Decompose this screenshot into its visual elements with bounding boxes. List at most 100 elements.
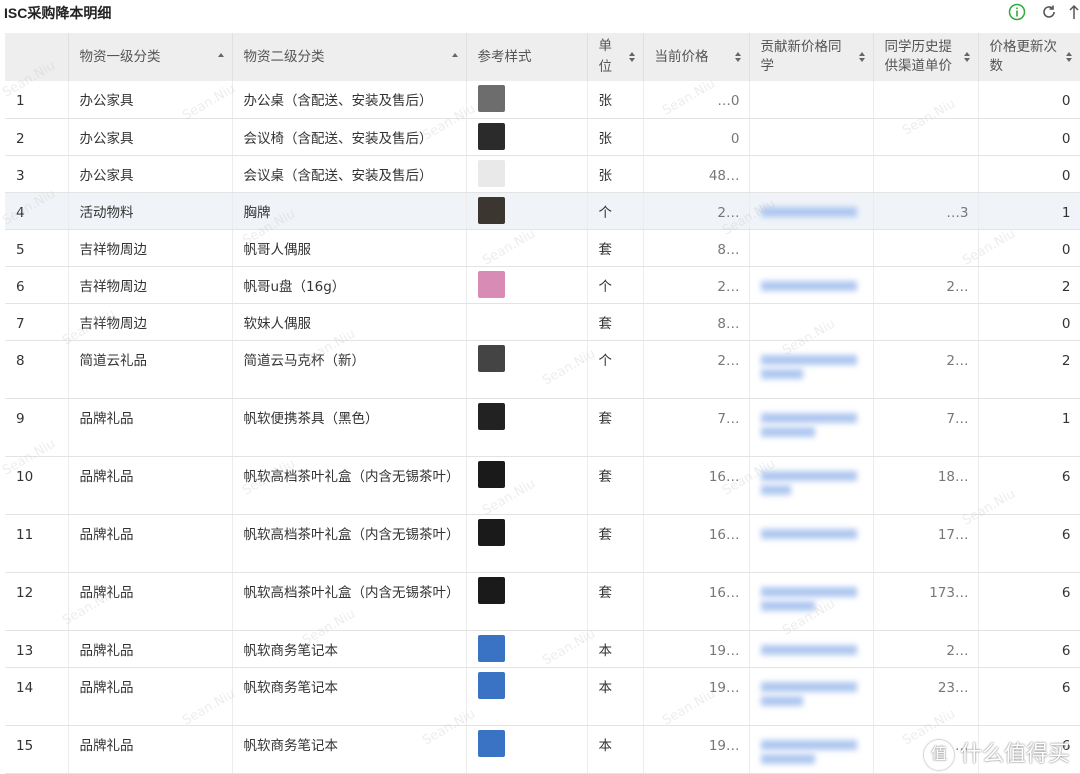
product-thumbnail[interactable] — [477, 122, 505, 150]
table-row[interactable]: 5 吉祥物周边 帆哥人偶服 套 8… 0 — [5, 229, 1080, 267]
table-row[interactable]: 14 品牌礼品 帆软商务笔记本 本 19… 23… 6 — [5, 667, 1080, 726]
row-index: 2 — [5, 118, 69, 156]
history-price-value: …3 — [946, 204, 969, 221]
table-row[interactable]: 7 吉祥物周边 软妹人偶服 套 8… 0 — [5, 303, 1080, 341]
history-price-value: 2… — [946, 278, 969, 295]
cell-current-price: 16… — [643, 514, 750, 573]
product-thumbnail[interactable] — [477, 634, 505, 662]
cell-contributor — [749, 725, 874, 774]
refresh-icon[interactable] — [1040, 3, 1058, 21]
cell-contributor — [749, 266, 874, 304]
cell-current-price: 0 — [643, 118, 750, 156]
table-row[interactable]: 3 办公家具 会议桌（含配送、安装及售后） 张 48… 0 — [5, 155, 1080, 193]
price-value: 16… — [708, 468, 740, 485]
product-thumbnail[interactable] — [477, 85, 505, 112]
table-row[interactable]: 4 活动物料 胸牌 个 2… …3 1 — [5, 192, 1080, 230]
product-thumbnail[interactable] — [477, 270, 505, 298]
col-header-price[interactable]: 当前价格 — [643, 33, 750, 81]
brand-text: 什么值得买 — [959, 742, 1070, 767]
price-value: 16… — [708, 584, 740, 601]
cell-category-2: 胸牌 — [232, 192, 467, 230]
cell-history-price: 7… — [873, 398, 979, 457]
price-value: 8… — [717, 241, 740, 258]
history-price-value: 2… — [946, 352, 969, 369]
cell-category-2: 会议椅（含配送、安装及售后） — [232, 118, 467, 156]
sort-asc-icon[interactable] — [217, 51, 225, 63]
col-header-label: 贡献新价格同学 — [760, 39, 842, 74]
table-row[interactable]: 11 品牌礼品 帆软高档茶叶礼盒（内含无锡茶叶） 套 16… 17… 6 — [5, 514, 1080, 573]
cell-category-2: 帆哥u盘（16g） — [232, 266, 467, 304]
history-price-value: 7… — [946, 410, 969, 427]
cell-unit: 个 — [587, 340, 644, 399]
row-index: 4 — [5, 192, 69, 230]
row-index: 1 — [5, 81, 69, 119]
cell-update-count: 0 — [978, 81, 1080, 119]
table-row[interactable]: 9 品牌礼品 帆软便携茶具（黑色） 套 7… 7… 1 — [5, 398, 1080, 457]
col-header-update-count[interactable]: 价格更新次数 — [978, 33, 1080, 81]
sort-icon[interactable] — [628, 51, 636, 63]
sort-icon[interactable] — [963, 51, 971, 63]
cell-current-price: 16… — [643, 456, 750, 515]
cell-category-2: 帆软商务笔记本 — [232, 667, 467, 726]
product-thumbnail[interactable] — [477, 518, 505, 546]
table-row[interactable]: 10 品牌礼品 帆软高档茶叶礼盒（内含无锡茶叶） 套 16… 18… 6 — [5, 456, 1080, 515]
product-thumbnail[interactable] — [477, 344, 505, 372]
up-arrow-icon[interactable] — [1068, 3, 1080, 21]
cell-sample-image — [466, 572, 588, 631]
cell-history-price: 23… — [873, 667, 979, 726]
history-price-value: 18… — [937, 468, 969, 485]
info-icon[interactable] — [1008, 3, 1026, 21]
table-header: 物资一级分类 物资二级分类 参考样式 单位 当前价格 贡献新价格同学 同学历史提… — [5, 33, 1080, 81]
table-row[interactable]: 13 品牌礼品 帆软商务笔记本 本 19… 2… 6 — [5, 630, 1080, 668]
product-thumbnail[interactable] — [477, 196, 505, 224]
cell-current-price: 16… — [643, 572, 750, 631]
col-header-contributor[interactable]: 贡献新价格同学 — [749, 33, 874, 81]
cell-sample-image — [466, 303, 588, 341]
product-thumbnail[interactable] — [477, 576, 505, 604]
cell-history-price: 17… — [873, 514, 979, 573]
table-row[interactable]: 1 办公家具 办公桌（含配送、安装及售后） 张 …0 0 — [5, 81, 1080, 119]
cell-history-price: 173… — [873, 572, 979, 631]
redacted-name — [760, 206, 857, 217]
cell-current-price: 19… — [643, 630, 750, 668]
cell-unit: 张 — [587, 81, 644, 119]
sort-icon[interactable] — [734, 51, 742, 63]
col-header-cat2[interactable]: 物资二级分类 — [232, 33, 467, 81]
cell-category-2: 帆软商务笔记本 — [232, 630, 467, 668]
cell-category-1: 品牌礼品 — [68, 667, 233, 726]
cell-category-1: 办公家具 — [68, 81, 233, 119]
row-index: 9 — [5, 398, 69, 457]
cell-sample-image — [466, 667, 588, 726]
cell-unit: 套 — [587, 456, 644, 515]
col-header-unit[interactable]: 单位 — [587, 33, 644, 81]
table-row[interactable]: 15 品牌礼品 帆软商务笔记本本 19…… 6 — [5, 725, 1080, 774]
cell-category-2: 简道云马克杯（新） — [232, 340, 467, 399]
redacted-name — [760, 528, 857, 539]
product-thumbnail[interactable] — [477, 460, 505, 488]
row-index: 14 — [5, 667, 69, 726]
sort-icon[interactable] — [1065, 51, 1073, 63]
sort-icon[interactable] — [858, 51, 866, 63]
table-row[interactable]: 8 简道云礼品 简道云马克杯（新） 个 2… 2… 2 — [5, 340, 1080, 399]
cell-current-price: 7… — [643, 398, 750, 457]
cell-current-price: 19… — [643, 725, 750, 774]
row-index: 12 — [5, 572, 69, 631]
cell-contributor — [749, 630, 874, 668]
product-thumbnail[interactable] — [477, 402, 505, 430]
sort-asc-icon[interactable] — [451, 51, 459, 63]
price-value: 19… — [708, 737, 740, 754]
product-thumbnail[interactable] — [477, 671, 505, 699]
col-header-label: 单位 — [598, 38, 613, 75]
product-thumbnail[interactable] — [477, 159, 505, 187]
price-value: …0 — [717, 93, 740, 109]
price-value: 19… — [708, 642, 740, 659]
table-row[interactable]: 2 办公家具 会议椅（含配送、安装及售后） 张 0 0 — [5, 118, 1080, 156]
cell-contributor — [749, 303, 874, 341]
col-header-history-price[interactable]: 同学历史提供渠道单价 — [873, 33, 979, 81]
table-row[interactable]: 6 吉祥物周边 帆哥u盘（16g） 个 2… 2… 2 — [5, 266, 1080, 304]
row-index: 10 — [5, 456, 69, 515]
col-header-cat1[interactable]: 物资一级分类 — [68, 33, 233, 81]
product-thumbnail[interactable] — [477, 729, 505, 757]
table-row[interactable]: 12 品牌礼品 帆软高档茶叶礼盒（内含无锡茶叶） 套 16… 173… 6 — [5, 572, 1080, 631]
cell-contributor — [749, 81, 874, 119]
